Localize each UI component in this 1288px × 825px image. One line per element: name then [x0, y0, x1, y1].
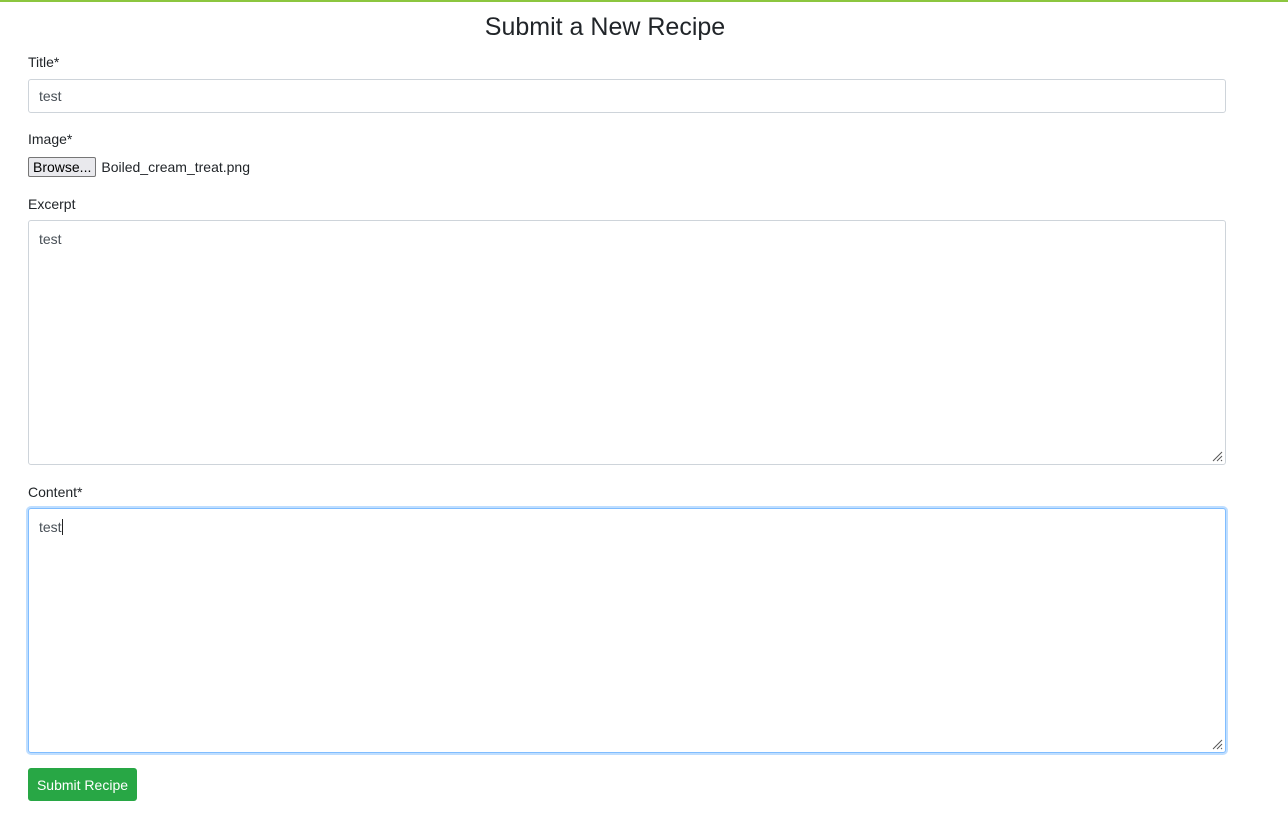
text-caret	[61, 519, 63, 535]
excerpt-label: Excerpt	[28, 196, 76, 212]
excerpt-textarea[interactable]: test	[28, 220, 1226, 465]
content-text: test	[39, 519, 62, 535]
top-accent-bar	[0, 0, 1288, 2]
page-title: Submit a New Recipe	[484, 13, 726, 41]
excerpt-text: test	[39, 231, 62, 247]
selected-file-name: Boiled_cream_treat.png	[101, 159, 251, 175]
title-input[interactable]	[28, 79, 1226, 113]
content-textarea[interactable]: test	[28, 508, 1226, 753]
resize-grip-icon[interactable]	[1211, 450, 1223, 462]
content-label: Content*	[28, 484, 83, 500]
browse-button[interactable]: Browse...	[28, 157, 97, 177]
image-file-input[interactable]: Browse... Boiled_cream_treat.png	[28, 157, 250, 177]
title-label: Title*	[28, 54, 60, 70]
image-label: Image*	[28, 131, 73, 147]
resize-grip-icon[interactable]	[1211, 738, 1223, 750]
submit-recipe-button[interactable]: Submit Recipe	[28, 768, 137, 801]
